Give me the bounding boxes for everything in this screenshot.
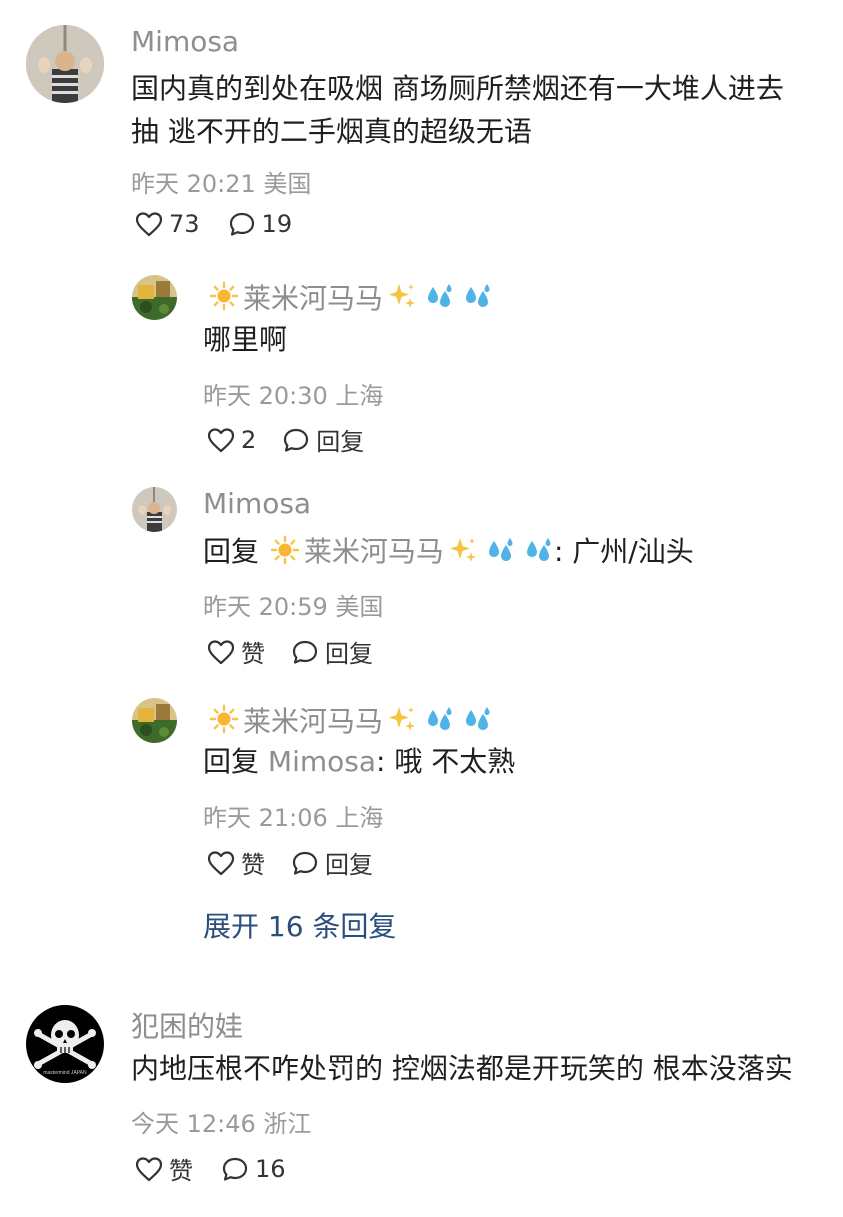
like-button[interactable]: 赞 (207, 845, 265, 880)
mention-name: 莱米河马马 (303, 535, 444, 568)
reply-button[interactable]: 19 (228, 210, 293, 238)
reply-body: : 哦 不太熟 (376, 745, 516, 778)
author-name[interactable]: Mimosa (131, 25, 239, 58)
heart-outline-icon (207, 639, 235, 665)
like-count: 2 (241, 425, 257, 454)
author-name[interactable]: 莱米河马马 (205, 277, 497, 317)
reply-actions: 赞 回复 (207, 845, 373, 880)
like-button[interactable]: 2 (207, 426, 256, 454)
comment-text-line: 国内真的到处在吸烟 商场厕所禁烟还有一大堆人进去 (131, 72, 784, 105)
comment-actions: 赞 16 (135, 1151, 286, 1186)
sweat-droplets-emoji (524, 535, 554, 565)
sun-emoji (270, 535, 300, 565)
sweat-droplets-emoji (463, 704, 493, 734)
like-button[interactable]: 73 (135, 210, 200, 238)
comment-text: 国内真的到处在吸烟 商场厕所禁烟还有一大堆人进去 抽 逃不开的二手烟真的超级无语 (131, 67, 821, 153)
avatar[interactable] (132, 698, 177, 743)
sun-emoji (209, 704, 239, 734)
reply-text: 回复 莱米河马马 : 广州/汕头 (203, 530, 694, 573)
expand-replies-link[interactable]: 展开 16 条回复 (203, 905, 396, 945)
reply-prefix: 回复 (203, 535, 260, 568)
like-label: 赞 (241, 851, 265, 879)
reply-prefix: 回复 (203, 745, 260, 778)
sweat-droplets-emoji (486, 535, 516, 565)
comment-text: 内地压根不咋处罚的 控烟法都是开玩笑的 根本没落实 (131, 1052, 793, 1085)
reply-button[interactable]: 回复 (291, 634, 373, 669)
speech-bubble-icon (291, 639, 319, 665)
author-name[interactable]: 犯困的娃 (131, 1005, 243, 1045)
reply-actions: 赞 回复 (207, 634, 373, 669)
mention-link[interactable]: 莱米河马马 (268, 535, 554, 568)
like-button[interactable]: 赞 (207, 634, 265, 669)
author-name-text: 莱米河马马 (243, 705, 384, 738)
comment-text-line: 抽 逃不开的二手烟真的超级无语 (131, 115, 532, 148)
avatar-logo-text: mastermind JAPAN (43, 1070, 87, 1076)
reply-count: 19 (261, 210, 293, 238)
author-name[interactable]: Mimosa (203, 487, 311, 520)
sweat-droplets-emoji (425, 704, 455, 734)
avatar[interactable]: mastermind JAPAN (26, 1005, 104, 1083)
avatar[interactable] (132, 487, 177, 532)
speech-bubble-icon (221, 1156, 249, 1182)
speech-bubble-icon (291, 850, 319, 876)
sweat-droplets-emoji (425, 281, 455, 311)
comment-meta: 今天 12:46 浙江 (131, 1110, 312, 1138)
author-name[interactable]: 莱米河马马 (205, 700, 497, 740)
avatar[interactable] (132, 275, 177, 320)
reply-text: 回复 Mimosa: 哦 不太熟 (203, 740, 515, 783)
speech-bubble-icon (228, 211, 256, 237)
reply-label: 回复 (325, 640, 373, 668)
reply-button[interactable]: 回复 (291, 845, 373, 880)
avatar[interactable] (26, 25, 104, 103)
like-label: 赞 (241, 640, 265, 668)
comment-meta: 昨天 20:21 美国 (131, 170, 312, 198)
heart-outline-icon (207, 427, 235, 453)
mention-link[interactable]: Mimosa (268, 745, 376, 778)
reply-button[interactable]: 回复 (282, 422, 364, 457)
reply-label: 回复 (316, 428, 365, 456)
heart-outline-icon (135, 211, 163, 237)
reply-text: 哪里啊 (203, 323, 288, 356)
comment-actions: 73 19 (135, 210, 292, 238)
reply-meta: 昨天 20:30 上海 (203, 382, 384, 410)
author-name-text: 莱米河马马 (243, 282, 384, 315)
like-button[interactable]: 赞 (135, 1151, 193, 1186)
reply-count: 16 (255, 1154, 286, 1183)
sparkles-emoji (448, 535, 478, 565)
reply-label: 回复 (325, 851, 373, 879)
sparkles-emoji (387, 281, 417, 311)
reply-meta: 昨天 21:06 上海 (203, 804, 384, 832)
reply-button[interactable]: 16 (221, 1155, 286, 1183)
like-label: 赞 (169, 1157, 193, 1185)
sun-emoji (209, 281, 239, 311)
sparkles-emoji (387, 704, 417, 734)
like-count: 73 (169, 210, 200, 238)
reply-meta: 昨天 20:59 美国 (203, 593, 384, 621)
reply-actions: 2 回复 (207, 422, 364, 457)
heart-outline-icon (135, 1156, 163, 1182)
heart-outline-icon (207, 850, 235, 876)
reply-body: : 广州/汕头 (553, 535, 694, 568)
speech-bubble-icon (282, 427, 310, 453)
sweat-droplets-emoji (463, 281, 493, 311)
